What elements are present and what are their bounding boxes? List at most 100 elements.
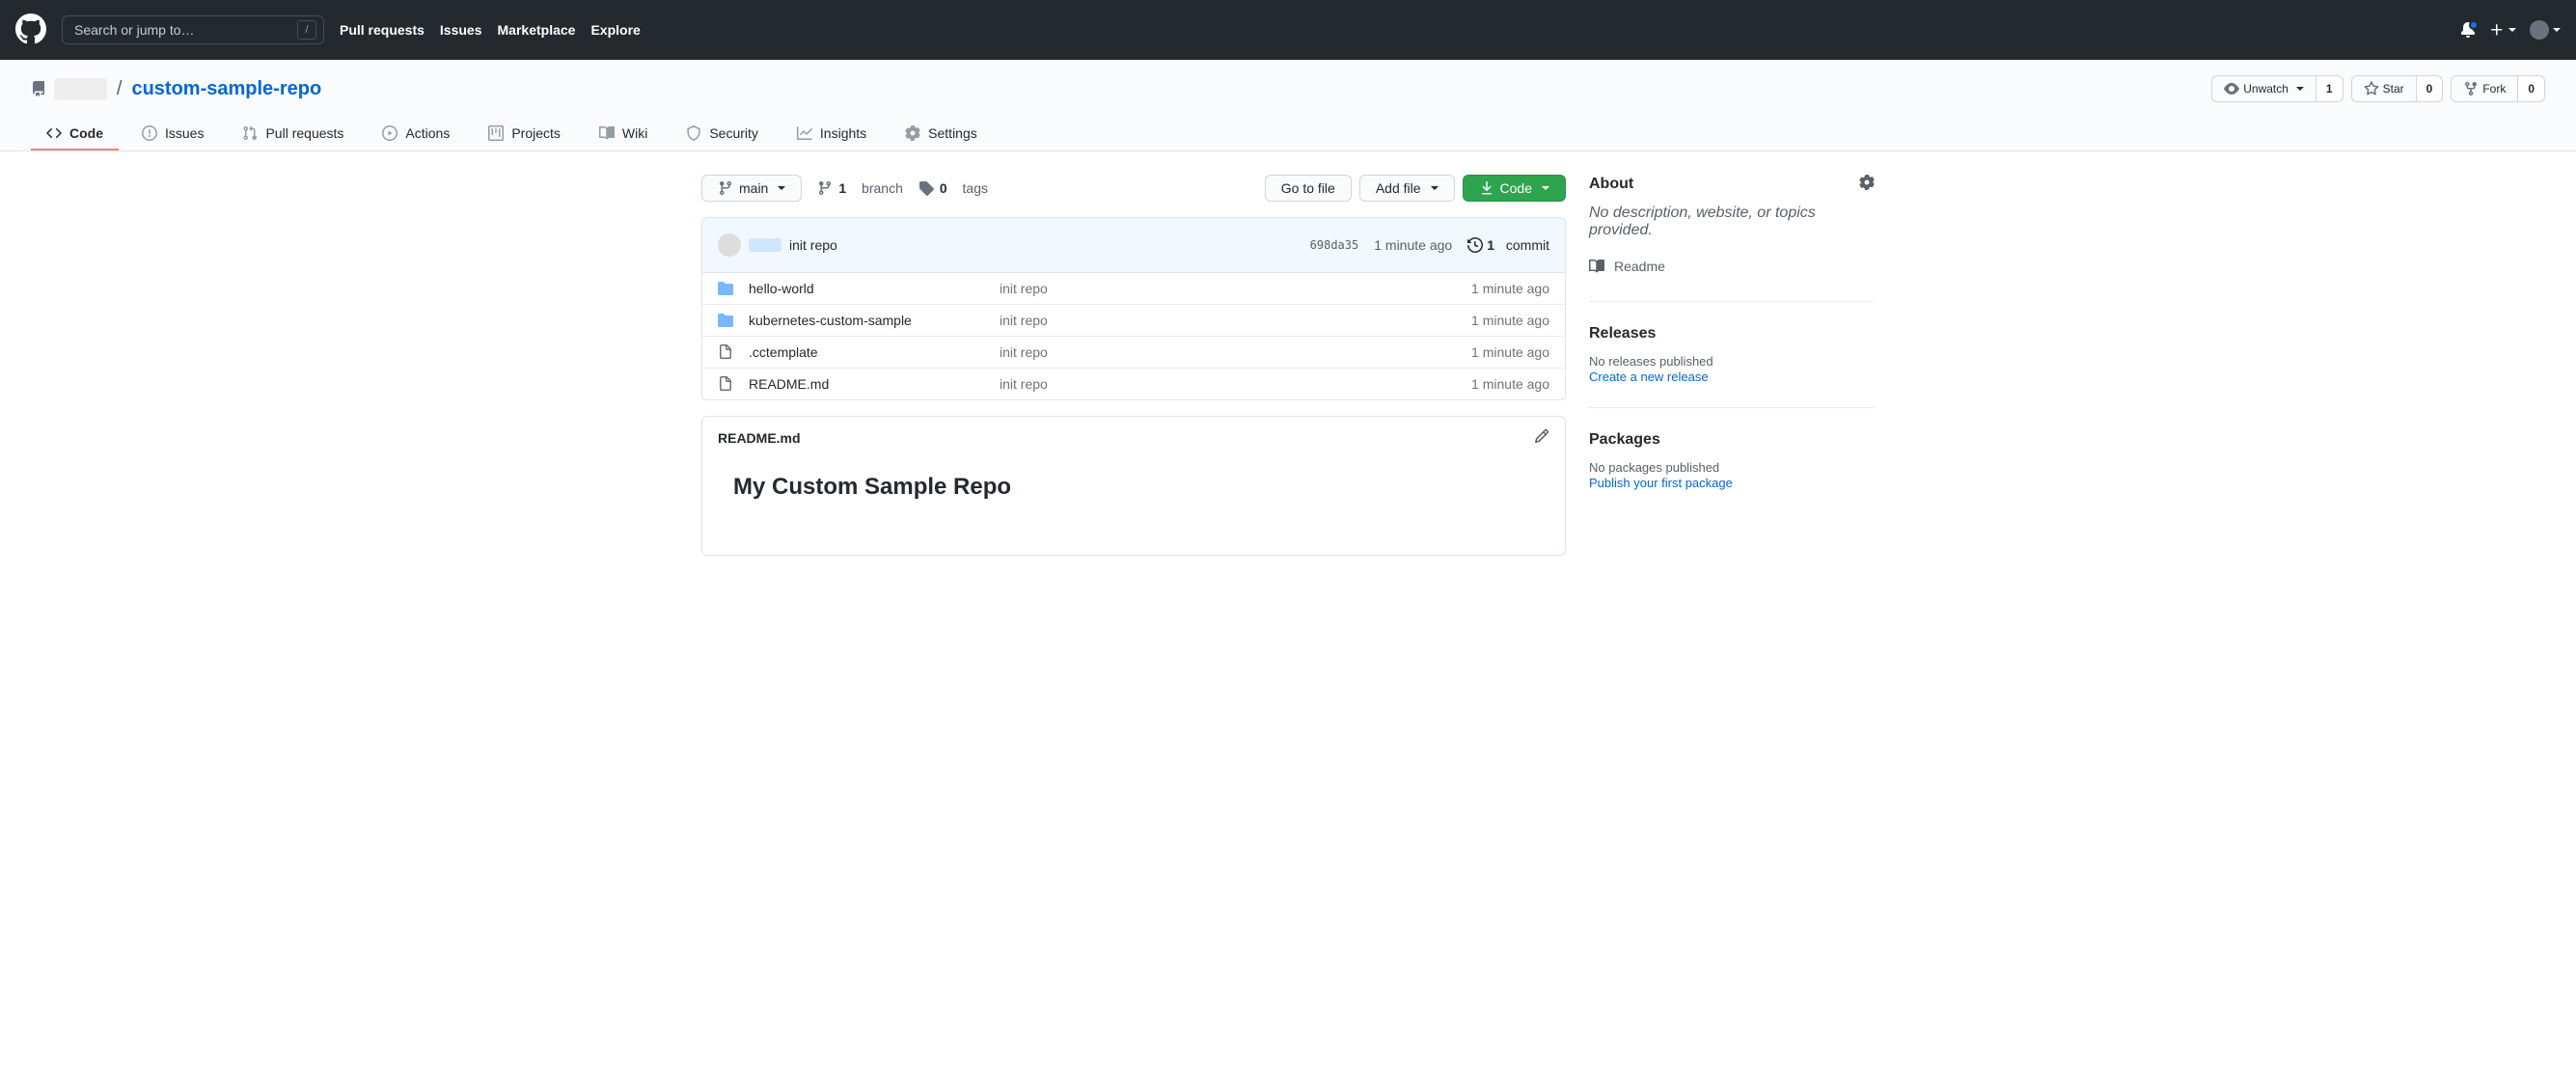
create-release-link[interactable]: Create a new release <box>1589 370 1709 384</box>
file-icon <box>718 344 733 360</box>
branch-switcher[interactable]: main <box>701 175 802 202</box>
star-button[interactable]: Star <box>2351 75 2417 102</box>
project-icon <box>488 125 504 141</box>
file-nav: main 1 branch 0 tags Go to file Add file… <box>701 175 1566 202</box>
commit-sha[interactable]: 698da35 <box>1310 238 1359 252</box>
file-time: 1 minute ago <box>1471 313 1549 328</box>
fork-count[interactable]: 0 <box>2518 75 2545 102</box>
file-row: README.md init repo 1 minute ago <box>702 369 1565 399</box>
file-commit-link[interactable]: init repo <box>1000 344 1048 360</box>
star-icon <box>2364 81 2379 96</box>
nav-explore[interactable]: Explore <box>590 22 640 38</box>
watch-button[interactable]: Unwatch <box>2211 75 2316 102</box>
global-header: / Pull requests Issues Marketplace Explo… <box>0 0 2576 60</box>
commit-time[interactable]: 1 minute ago <box>1374 237 1452 253</box>
folder-icon <box>718 281 733 296</box>
commits-link[interactable]: 1 commit <box>1467 237 1549 253</box>
search-box: / <box>62 15 324 44</box>
git-pull-request-icon <box>242 125 258 141</box>
file-name-link[interactable]: README.md <box>749 376 829 392</box>
nav-issues[interactable]: Issues <box>440 22 482 38</box>
file-icon <box>718 376 733 392</box>
nav-pull-requests[interactable]: Pull requests <box>340 22 425 38</box>
repo-separator: / <box>117 78 123 100</box>
header-right <box>2460 20 2561 40</box>
releases-empty: No releases published <box>1589 354 1875 369</box>
file-row: kubernetes-custom-sample init repo 1 minut… <box>702 305 1565 337</box>
edit-readme-button[interactable] <box>1534 428 1549 447</box>
sidebar: About No description, website, or topics… <box>1589 175 1875 556</box>
file-tree-box: x init repo 698da35 1 minute ago 1 commi… <box>701 217 1566 400</box>
readme-box: README.md My Custom Sample Repo <box>701 416 1566 556</box>
watch-count[interactable]: 1 <box>2316 75 2343 102</box>
nav-marketplace[interactable]: Marketplace <box>498 22 576 38</box>
releases-title[interactable]: Releases <box>1589 325 1656 343</box>
download-icon <box>1479 180 1494 196</box>
edit-about-button[interactable] <box>1859 175 1875 193</box>
user-avatar-icon <box>2530 20 2549 40</box>
folder-icon <box>718 313 733 328</box>
commit-author-avatar[interactable] <box>718 233 741 257</box>
publish-package-link[interactable]: Publish your first package <box>1589 476 1733 490</box>
history-icon <box>1467 237 1483 253</box>
tab-pull-requests[interactable]: Pull requests <box>227 118 359 151</box>
repo-tabs: Code Issues Pull requests Actions Projec… <box>31 118 2545 151</box>
tags-link[interactable]: 0 tags <box>918 180 988 196</box>
go-to-file-button[interactable]: Go to file <box>1265 175 1352 202</box>
tag-icon <box>918 180 934 196</box>
search-input[interactable] <box>62 15 324 44</box>
file-commit-link[interactable]: init repo <box>1000 376 1048 392</box>
repo-actions: Unwatch 1 Star 0 Fork 0 <box>2211 75 2545 102</box>
star-count[interactable]: 0 <box>2417 75 2444 102</box>
branches-link[interactable]: 1 branch <box>817 180 903 196</box>
file-name-link[interactable]: .cctemplate <box>749 344 818 360</box>
latest-commit-bar: x init repo 698da35 1 minute ago 1 commi… <box>702 218 1565 273</box>
commit-message[interactable]: init repo <box>789 237 837 253</box>
packages-empty: No packages published <box>1589 460 1875 475</box>
tab-security[interactable]: Security <box>671 118 774 151</box>
github-logo[interactable] <box>15 14 46 47</box>
tab-settings[interactable]: Settings <box>890 118 993 151</box>
issue-icon <box>142 125 157 141</box>
user-menu[interactable] <box>2530 20 2561 40</box>
readme-link[interactable]: Readme <box>1589 255 1875 278</box>
code-download-button[interactable]: Code <box>1463 175 1566 202</box>
tab-actions[interactable]: Actions <box>367 118 465 151</box>
repo-name-link[interactable]: custom-sample-repo <box>131 78 321 100</box>
fork-icon <box>2463 81 2479 96</box>
file-time: 1 minute ago <box>1471 281 1549 296</box>
notification-dot <box>2469 20 2479 30</box>
repo-owner-link[interactable]: user <box>54 78 107 100</box>
file-row: hello-world init repo 1 minute ago <box>702 273 1565 305</box>
eye-icon <box>2224 81 2239 96</box>
file-commit-link[interactable]: init repo <box>1000 281 1048 296</box>
tab-insights[interactable]: Insights <box>781 118 882 151</box>
file-name-link[interactable]: kubernetes-custom-sample <box>749 313 912 328</box>
graph-icon <box>797 125 812 141</box>
packages-title[interactable]: Packages <box>1589 431 1660 449</box>
notifications-icon[interactable] <box>2460 22 2476 38</box>
tab-code[interactable]: Code <box>31 118 119 151</box>
repo-icon <box>31 81 46 96</box>
about-title: About <box>1589 176 1633 193</box>
tab-projects[interactable]: Projects <box>473 118 576 151</box>
commit-author[interactable]: x <box>749 238 781 252</box>
readme-filename[interactable]: README.md <box>718 430 801 446</box>
book-icon <box>1589 259 1604 274</box>
file-commit-link[interactable]: init repo <box>1000 313 1048 328</box>
header-nav: Pull requests Issues Marketplace Explore <box>340 22 641 38</box>
file-row: .cctemplate init repo 1 minute ago <box>702 337 1565 369</box>
create-new-dropdown[interactable] <box>2489 22 2516 38</box>
repo-title: user / custom-sample-repo <box>31 78 321 100</box>
git-branch-icon <box>817 180 833 196</box>
file-time: 1 minute ago <box>1471 344 1549 360</box>
gear-icon <box>1859 175 1875 190</box>
file-name-link[interactable]: hello-world <box>749 281 814 296</box>
tab-wiki[interactable]: Wiki <box>584 118 663 151</box>
fork-button[interactable]: Fork <box>2451 75 2518 102</box>
book-icon <box>599 125 615 141</box>
add-file-button[interactable]: Add file <box>1359 175 1455 202</box>
play-icon <box>382 125 397 141</box>
file-time: 1 minute ago <box>1471 376 1549 392</box>
tab-issues[interactable]: Issues <box>126 118 219 151</box>
